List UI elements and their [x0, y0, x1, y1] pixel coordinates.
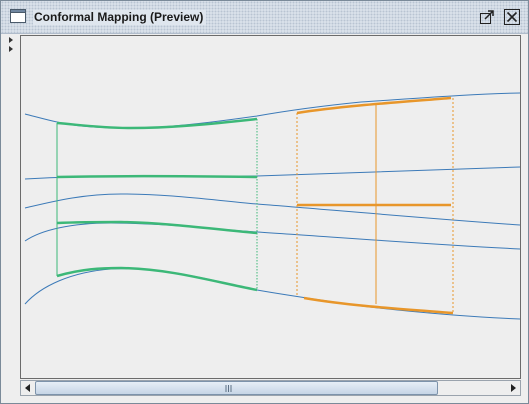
triangle-left-icon[interactable] — [21, 381, 35, 395]
grip-icon — [225, 385, 232, 392]
horizontal-scrollbar[interactable] — [20, 380, 521, 396]
conformal-mapping-window: Conformal Mapping (Preview) — [0, 0, 529, 404]
close-x-icon[interactable] — [504, 9, 520, 25]
field-line — [24, 193, 520, 226]
orange-curve-bottom — [303, 296, 454, 315]
scroll-track[interactable] — [35, 381, 506, 395]
collapse-toggle-icon[interactable] — [7, 34, 17, 56]
green-curve-bottom — [56, 266, 258, 292]
window-frame-icon — [10, 9, 26, 23]
window-title: Conformal Mapping (Preview) — [33, 10, 207, 25]
scroll-thumb[interactable] — [35, 381, 438, 395]
green-curve-mid1 — [56, 175, 258, 179]
field-line — [24, 222, 520, 250]
triangle-right-icon[interactable] — [506, 381, 520, 395]
left-gutter — [7, 34, 19, 379]
conformal-mapping-plot — [24, 92, 520, 320]
undock-arrow-icon[interactable] — [479, 9, 495, 25]
orange-curve-top — [296, 96, 452, 115]
mapping-canvas[interactable] — [20, 35, 521, 379]
window-titlebar[interactable]: Conformal Mapping (Preview) — [1, 1, 528, 34]
